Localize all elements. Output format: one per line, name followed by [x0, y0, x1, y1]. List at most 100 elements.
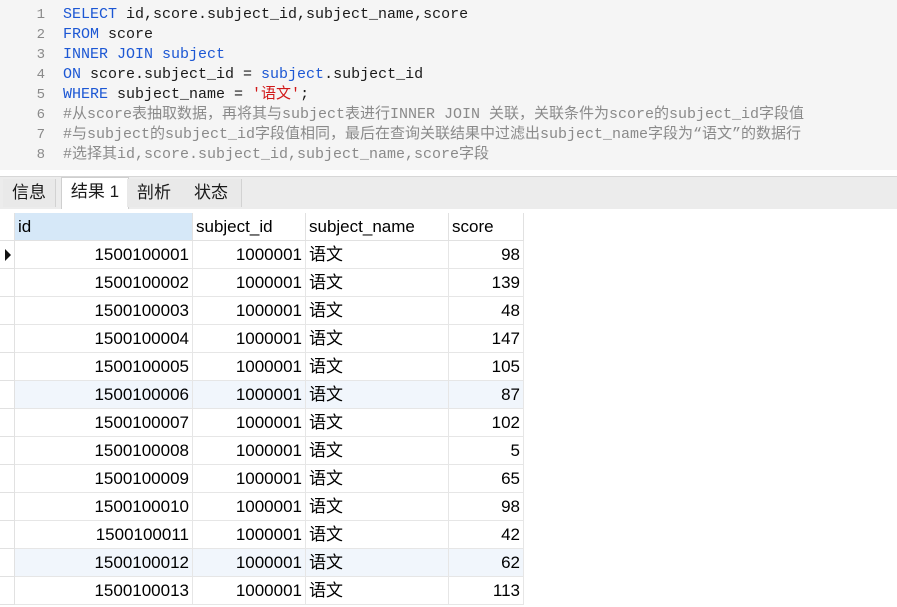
score-cell[interactable]: 147 — [449, 325, 524, 353]
id-cell[interactable]: 1500100010 — [15, 493, 193, 521]
score-cell[interactable]: 5 — [449, 437, 524, 465]
subject-id-cell[interactable]: 1000001 — [193, 325, 306, 353]
score-cell[interactable]: 65 — [449, 465, 524, 493]
code-token: score — [108, 26, 154, 43]
subject-id-cell[interactable]: 1000001 — [193, 493, 306, 521]
tab-2[interactable]: 剖析 — [127, 179, 182, 207]
id-cell[interactable]: 1500100008 — [15, 437, 193, 465]
score-cell[interactable]: 98 — [449, 241, 524, 269]
code-text: WHERE subject_name = '语文'; — [63, 85, 309, 105]
id-cell[interactable]: 1500100005 — [15, 353, 193, 381]
subject-name-cell[interactable]: 语文 — [306, 325, 449, 353]
score-cell[interactable]: 42 — [449, 521, 524, 549]
tab-3[interactable]: 状态 — [181, 179, 242, 207]
subject-name-cell[interactable]: 语文 — [306, 465, 449, 493]
id-cell[interactable]: 1500100011 — [15, 521, 193, 549]
score-cell[interactable]: 98 — [449, 493, 524, 521]
subject-id-cell[interactable]: 1000001 — [193, 297, 306, 325]
subject-name-cell[interactable]: 语文 — [306, 353, 449, 381]
tab-0[interactable]: 信息 — [3, 179, 56, 207]
subject-id-cell[interactable]: 1000001 — [193, 465, 306, 493]
id-cell[interactable]: 1500100007 — [15, 409, 193, 437]
column-header-subject-name[interactable]: subject_name — [306, 213, 449, 241]
comment-token: #选择其id,score.subject_id,subject_name,sco… — [63, 146, 490, 163]
score-cell[interactable]: 113 — [449, 577, 524, 605]
id-cell[interactable]: 1500100006 — [15, 381, 193, 409]
subject-id-cell[interactable]: 1000001 — [193, 437, 306, 465]
subject-id-cell[interactable]: 1000001 — [193, 269, 306, 297]
row-selector[interactable] — [0, 577, 15, 605]
row-selector[interactable] — [0, 465, 15, 493]
row-selector[interactable] — [0, 353, 15, 381]
sql-editor[interactable]: 1 SELECT id,score.subject_id,subject_name… — [0, 0, 897, 170]
code-token: id,score.subject_id,subject_name,score — [126, 6, 469, 23]
keyword-token: subject — [261, 66, 325, 83]
row-selector[interactable] — [0, 549, 15, 577]
id-cell[interactable]: 1500100009 — [15, 465, 193, 493]
id-cell[interactable]: 1500100003 — [15, 297, 193, 325]
row-selector[interactable] — [0, 409, 15, 437]
code-text: FROM score — [63, 25, 153, 45]
keyword-token: ON — [63, 66, 91, 83]
code-text: SELECT id,score.subject_id,subject_name,… — [63, 5, 468, 25]
subject-name-cell[interactable]: 语文 — [306, 549, 449, 577]
subject-id-cell[interactable]: 1000001 — [193, 241, 306, 269]
keyword-token: SELECT — [63, 6, 127, 23]
id-cell[interactable]: 1500100004 — [15, 325, 193, 353]
score-cell[interactable]: 105 — [449, 353, 524, 381]
row-selector[interactable] — [0, 493, 15, 521]
id-cell[interactable]: 1500100001 — [15, 241, 193, 269]
subject-name-cell[interactable]: 语文 — [306, 241, 449, 269]
subject-id-cell[interactable]: 1000001 — [193, 381, 306, 409]
row-selector[interactable] — [0, 269, 15, 297]
row-selector[interactable] — [0, 521, 15, 549]
score-cell[interactable]: 87 — [449, 381, 524, 409]
id-cell[interactable]: 1500100002 — [15, 269, 193, 297]
keyword-token: WHERE — [63, 86, 118, 103]
line-number: 7 — [36, 127, 45, 143]
subject-name-cell[interactable]: 语文 — [306, 381, 449, 409]
code-text: INNER JOIN subject — [63, 45, 225, 65]
grid-corner — [0, 213, 15, 241]
id-cell[interactable]: 1500100012 — [15, 549, 193, 577]
string-token: '语文' — [252, 86, 301, 103]
column-header-score[interactable]: score — [449, 213, 524, 241]
score-cell[interactable]: 139 — [449, 269, 524, 297]
line-number: 1 — [36, 7, 45, 23]
code-token: ; — [300, 86, 310, 103]
row-selector[interactable] — [0, 381, 15, 409]
subject-id-cell[interactable]: 1000001 — [193, 409, 306, 437]
subject-id-cell[interactable]: 1000001 — [193, 353, 306, 381]
subject-name-cell[interactable]: 语文 — [306, 269, 449, 297]
column-header-id[interactable]: id — [15, 213, 193, 241]
subject-name-cell[interactable]: 语文 — [306, 521, 449, 549]
subject-id-cell[interactable]: 1000001 — [193, 521, 306, 549]
tab-1[interactable]: 结果 1 — [61, 177, 129, 209]
id-cell[interactable]: 1500100013 — [15, 577, 193, 605]
code-token: subject_name = — [117, 86, 253, 103]
subject-name-cell[interactable]: 语文 — [306, 493, 449, 521]
code-text: ON score.subject_id = subject.subject_id — [63, 65, 423, 85]
code-token: score.subject_id = — [90, 66, 262, 83]
row-selector[interactable] — [0, 325, 15, 353]
subject-name-cell[interactable]: 语文 — [306, 437, 449, 465]
code-token: .subject_id — [324, 66, 424, 83]
comment-token: #与subject的subject_id字段值相同，最后在查询关联结果中过滤出s… — [63, 126, 802, 143]
subject-name-cell[interactable]: 语文 — [306, 409, 449, 437]
row-selector[interactable] — [0, 241, 15, 269]
line-number: 5 — [36, 87, 45, 103]
subject-name-cell[interactable]: 语文 — [306, 577, 449, 605]
column-header-subject-id[interactable]: subject_id — [193, 213, 306, 241]
row-selector[interactable] — [0, 437, 15, 465]
score-cell[interactable]: 48 — [449, 297, 524, 325]
subject-id-cell[interactable]: 1000001 — [193, 577, 306, 605]
keyword-token: INNER JOIN — [63, 46, 163, 63]
subject-name-cell[interactable]: 语文 — [306, 297, 449, 325]
subject-id-cell[interactable]: 1000001 — [193, 549, 306, 577]
score-cell[interactable]: 102 — [449, 409, 524, 437]
keyword-token: subject — [162, 46, 226, 63]
score-cell[interactable]: 62 — [449, 549, 524, 577]
line-number: 3 — [36, 47, 45, 63]
row-selector[interactable] — [0, 297, 15, 325]
code-text: #与subject的subject_id字段值相同，最后在查询关联结果中过滤出s… — [63, 125, 801, 145]
